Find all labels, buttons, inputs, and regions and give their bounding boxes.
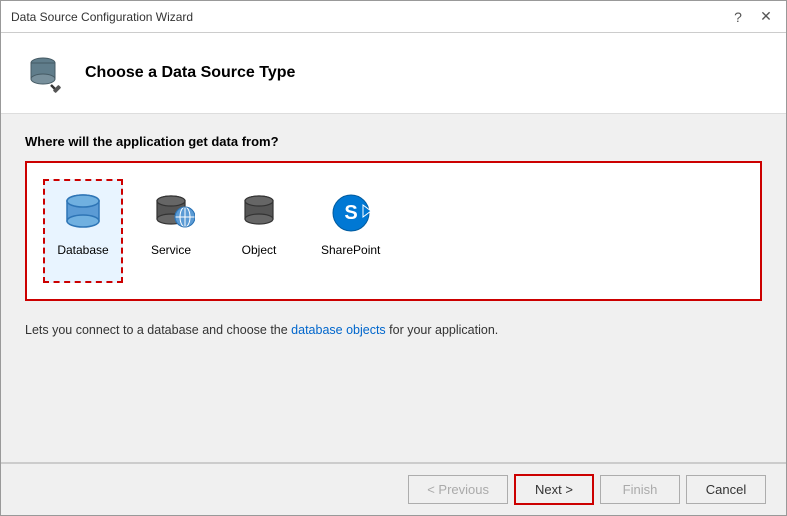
service-icon bbox=[147, 189, 195, 237]
previous-button[interactable]: < Previous bbox=[408, 475, 508, 504]
titlebar: Data Source Configuration Wizard ? ✕ bbox=[1, 1, 786, 33]
cancel-button[interactable]: Cancel bbox=[686, 475, 766, 504]
datasource-service[interactable]: Service bbox=[131, 179, 211, 283]
database-icon bbox=[59, 189, 107, 237]
datasource-database[interactable]: Database bbox=[43, 179, 123, 283]
object-icon bbox=[235, 189, 283, 237]
next-button[interactable]: Next > bbox=[514, 474, 594, 505]
description-text: Lets you connect to a database and choos… bbox=[25, 317, 762, 344]
help-button[interactable]: ? bbox=[728, 7, 748, 27]
titlebar-controls: ? ✕ bbox=[728, 7, 776, 27]
description-text-before: Lets you connect to a database and choos… bbox=[25, 323, 291, 337]
finish-button[interactable]: Finish bbox=[600, 475, 680, 504]
content-section: Where will the application get data from… bbox=[1, 114, 786, 462]
close-button[interactable]: ✕ bbox=[756, 7, 776, 27]
sharepoint-icon: S bbox=[327, 189, 375, 237]
footer: < Previous Next > Finish Cancel bbox=[1, 463, 786, 515]
header-title: Choose a Data Source Type bbox=[85, 64, 295, 82]
database-plug-icon bbox=[23, 51, 67, 95]
datasource-object[interactable]: Object bbox=[219, 179, 299, 283]
wizard-header-icon bbox=[21, 49, 69, 97]
service-label: Service bbox=[151, 243, 191, 257]
description-link[interactable]: database objects bbox=[291, 323, 386, 337]
window-title: Data Source Configuration Wizard bbox=[11, 10, 193, 24]
datasource-sharepoint[interactable]: S SharePoint bbox=[307, 179, 394, 283]
sharepoint-label: SharePoint bbox=[321, 243, 380, 257]
svg-text:S: S bbox=[344, 202, 357, 224]
description-text-after: for your application. bbox=[386, 323, 499, 337]
database-label: Database bbox=[57, 243, 108, 257]
datasource-grid: Database Service bbox=[25, 161, 762, 301]
question-label: Where will the application get data from… bbox=[25, 134, 762, 149]
object-label: Object bbox=[242, 243, 277, 257]
wizard-window: Data Source Configuration Wizard ? ✕ Cho… bbox=[0, 0, 787, 516]
header-section: Choose a Data Source Type bbox=[1, 33, 786, 114]
